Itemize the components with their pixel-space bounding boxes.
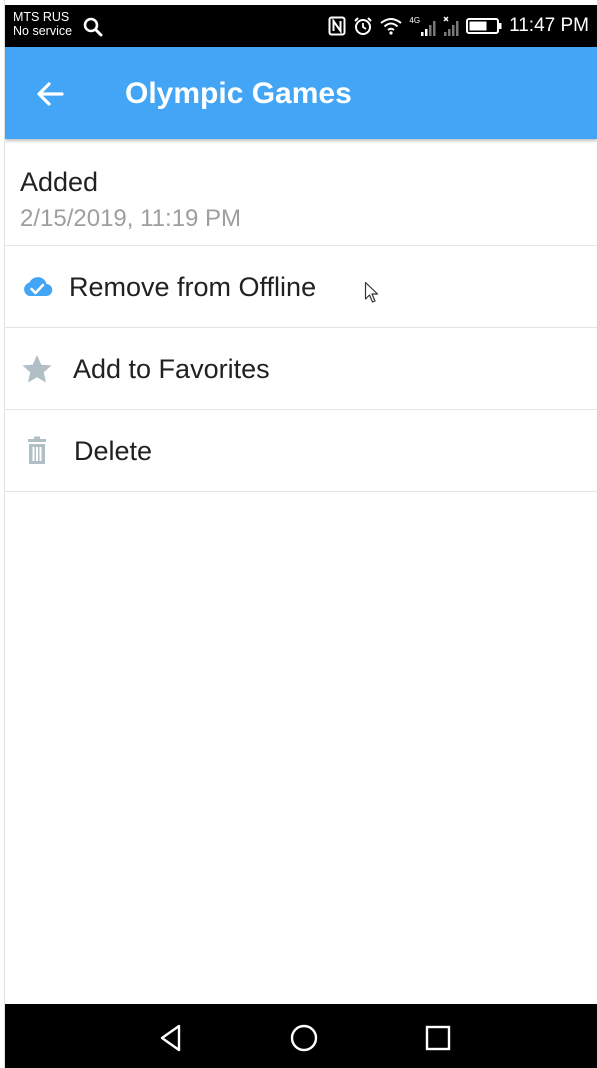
wifi-icon xyxy=(380,18,403,35)
arrow-left-icon[interactable] xyxy=(35,79,65,109)
menu-item-delete[interactable]: Delete xyxy=(5,410,597,492)
system-nav-bar xyxy=(5,1004,597,1068)
status-time: 11:47 PM xyxy=(509,15,589,36)
search-icon xyxy=(83,17,103,37)
battery-icon xyxy=(466,18,502,34)
menu-item-label: Remove from Offline xyxy=(69,272,317,302)
back-triangle-icon[interactable] xyxy=(154,1021,188,1055)
signal-icon xyxy=(421,21,436,36)
details-list: Added 2/15/2019, 11:19 PM Remove from Of… xyxy=(5,139,597,492)
page-title: Olympic Games xyxy=(125,77,352,110)
added-label: Added xyxy=(20,167,99,197)
nfc-icon xyxy=(328,16,346,36)
cloud-check-icon xyxy=(24,277,53,297)
alarm-icon xyxy=(354,17,373,35)
carrier-info: MTS RUS No service xyxy=(13,10,72,38)
carrier-status: No service xyxy=(13,24,73,38)
app-bar: Olympic Games xyxy=(5,47,597,139)
star-icon xyxy=(22,355,52,383)
signal-off-icon xyxy=(443,16,459,36)
carrier-name: MTS RUS xyxy=(13,10,70,24)
menu-item-label: Add to Favorites xyxy=(73,354,270,384)
mouse-cursor-icon xyxy=(364,281,379,303)
screen-edge xyxy=(0,0,5,1068)
added-date: 2/15/2019, 11:19 PM xyxy=(20,205,242,232)
status-icons: 4G 11:47 PM xyxy=(328,14,589,38)
recents-square-icon[interactable] xyxy=(421,1021,455,1055)
trash-icon xyxy=(28,436,46,464)
status-bar: MTS RUS No service 4G 11:47 PM xyxy=(5,5,597,47)
menu-item-remove-offline[interactable]: Remove from Offline xyxy=(5,246,597,328)
menu-item-label: Delete xyxy=(74,436,153,466)
network-type-label: 4G xyxy=(409,16,421,25)
screen: MTS RUS No service 4G 11:47 PM Olympic G… xyxy=(0,0,597,1068)
menu-item-add-favorites[interactable]: Add to Favorites xyxy=(5,328,597,410)
home-circle-icon[interactable] xyxy=(287,1021,321,1055)
added-info: Added 2/15/2019, 11:19 PM xyxy=(5,139,597,246)
